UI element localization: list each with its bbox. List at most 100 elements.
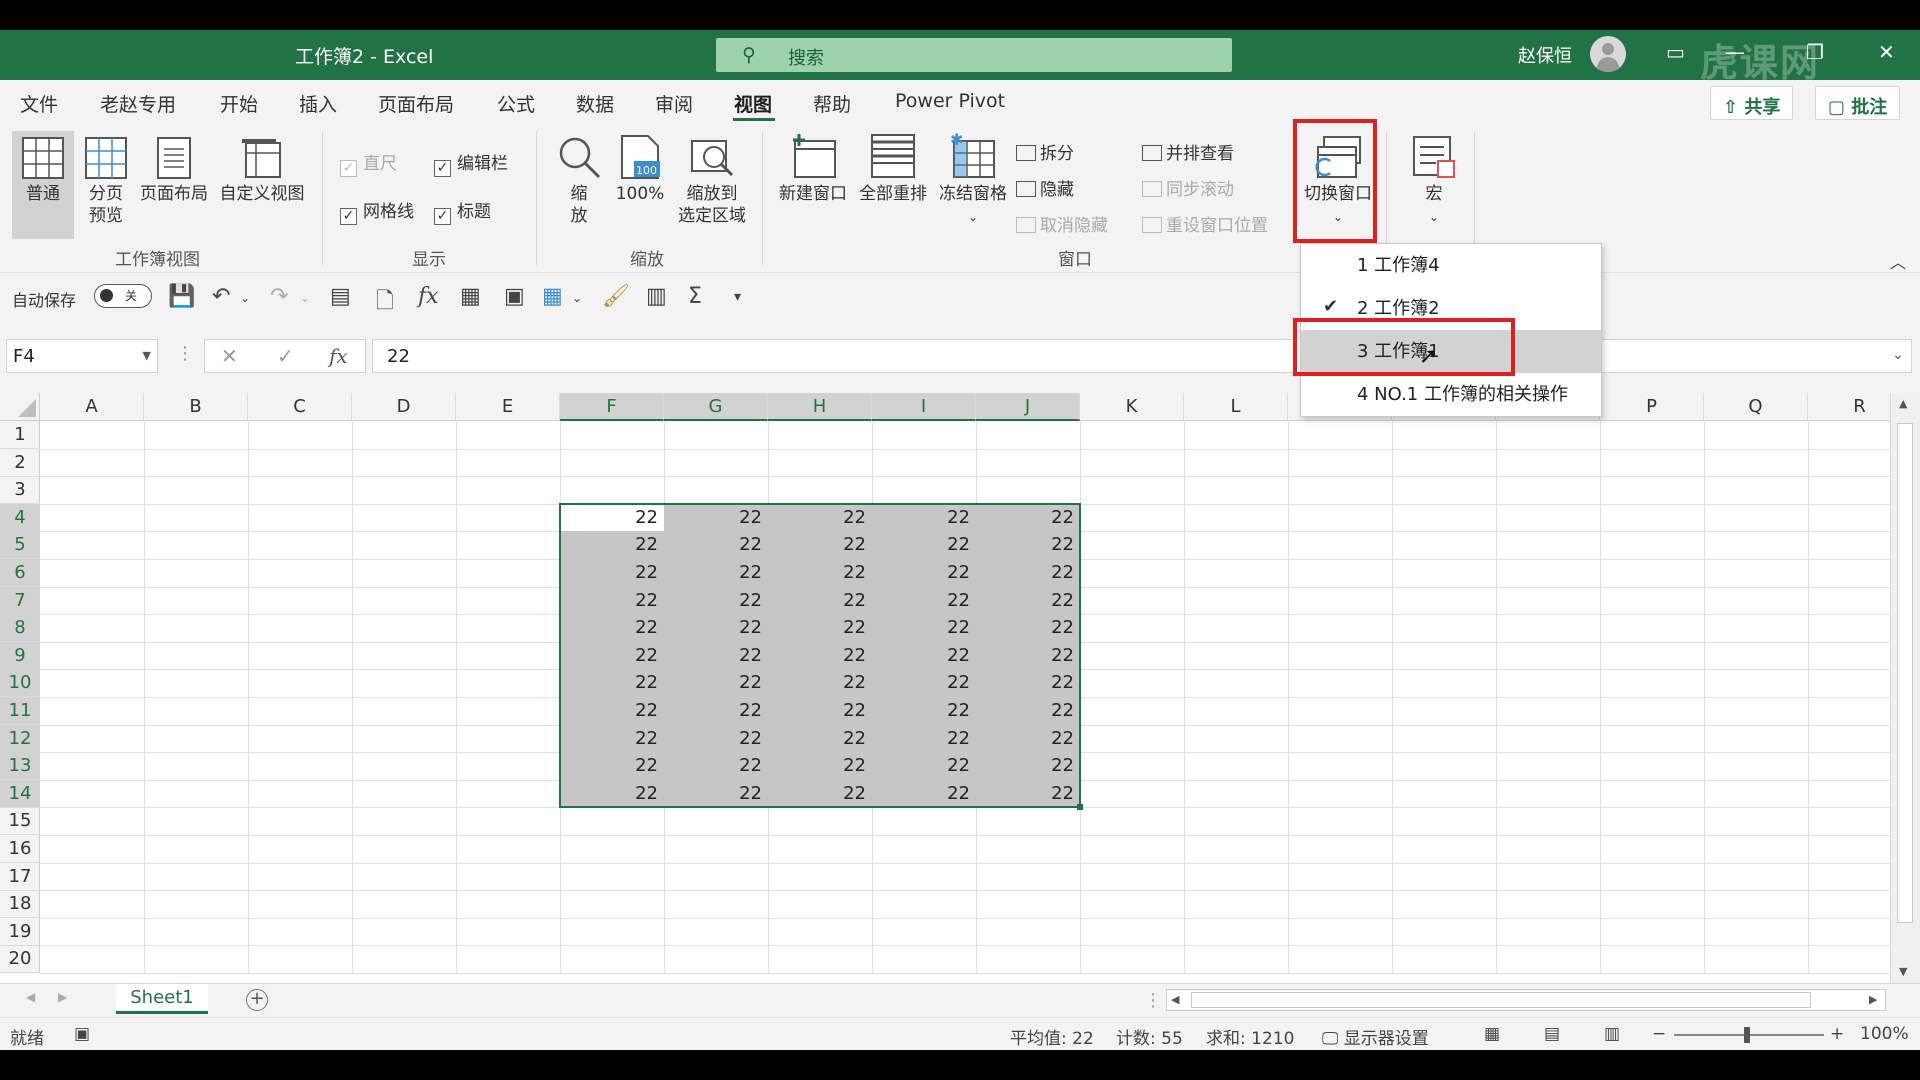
tab-review[interactable]: 审阅 (655, 90, 693, 117)
redo-dropdown-icon[interactable]: ⌄ (300, 291, 310, 305)
status-sum[interactable]: 求和: 1210 (1206, 1024, 1294, 1049)
sum-icon[interactable]: Σ (688, 284, 702, 309)
formula-input[interactable]: 22 (372, 339, 1912, 373)
next-sheet-icon[interactable]: ▶ (58, 990, 67, 1004)
save-icon[interactable]: 💾 (168, 284, 195, 309)
grid-dropdown-icon[interactable]: ⌄ (572, 291, 582, 305)
page-layout-view-button[interactable]: 页面布局 (138, 137, 210, 205)
accessibility-icon[interactable]: ▣ (74, 1024, 90, 1044)
autosave-label: 自动保存 (12, 291, 77, 310)
menu-item-workbook4[interactable]: 1 工作簿4 (1301, 244, 1601, 287)
undo-dropdown-icon[interactable]: ⌄ (240, 291, 250, 305)
side-by-side-button[interactable]: 并排查看 (1142, 139, 1234, 164)
tab-data[interactable]: 数据 (576, 90, 614, 117)
hide-button[interactable]: 隐藏 (1016, 175, 1074, 200)
zoom-level[interactable]: 100% (1860, 1024, 1909, 1044)
tab-laozhao[interactable]: 老赵专用 (100, 90, 176, 117)
zoom-to-selection-button[interactable]: 缩放到 选定区域 (672, 135, 752, 227)
splitter-icon[interactable]: ⋮ (1144, 990, 1162, 1011)
function-icon[interactable]: fx (418, 284, 439, 309)
tab-file[interactable]: 文件 (20, 90, 58, 117)
tab-page-layout[interactable]: 页面布局 (378, 90, 454, 117)
ribbon: 普通 分页 预览 页面布局 自定义视图 工作簿视图 ✓ 直尺 ✓ 编辑栏 ✓ 网格线 … (0, 119, 1920, 273)
custom-views-button[interactable]: 自定义视图 (216, 137, 308, 205)
menu-item-no1-workbook-ops[interactable]: 4 NO.1 工作簿的相关操作 (1301, 373, 1601, 416)
expand-formula-bar-icon[interactable]: ⌄ (1892, 347, 1904, 363)
svg-text:✱: ✱ (950, 133, 963, 149)
form-icon[interactable]: ▤ (330, 284, 351, 309)
quick-access-toolbar: 自动保存 关 💾 ↶ ⌄ ↷ ⌄ ▤ 🗋 fx ▦ ▣ ▦ ⌄ 🖌 ▥ Σ ▾ (0, 273, 1920, 323)
grid-icon[interactable]: ▦ (542, 284, 563, 309)
collapse-ribbon-icon[interactable]: ︿ (1890, 249, 1906, 273)
page-break-status-icon[interactable]: ▥ (1604, 1024, 1620, 1044)
horizontal-scroll-thumb[interactable] (1191, 992, 1811, 1008)
tab-home[interactable]: 开始 (220, 90, 258, 117)
vertical-scrollbar[interactable]: ▲ ▼ (1890, 393, 1920, 983)
insert-function-icon[interactable]: fx (329, 344, 348, 368)
tab-help[interactable]: 帮助 (813, 90, 851, 117)
zoom-button[interactable]: 缩 放 (552, 135, 606, 227)
formula-bar-checkbox[interactable]: ✓ 编辑栏 (434, 149, 508, 177)
scroll-right-icon[interactable]: ▶ (1869, 993, 1877, 1006)
zoom-100-button[interactable]: 100 100% (612, 135, 668, 205)
group-separator (322, 131, 323, 265)
group-separator (762, 131, 763, 265)
calculator-icon[interactable]: ▥ (646, 284, 667, 309)
table-icon[interactable]: ▦ (460, 284, 481, 309)
sheet-tab-sheet1[interactable]: Sheet1 (116, 984, 208, 1014)
tab-insert[interactable]: 插入 (299, 90, 337, 117)
avatar[interactable] (1590, 36, 1626, 72)
autosave-toggle[interactable]: 关 (94, 284, 152, 308)
tab-formulas[interactable]: 公式 (497, 90, 535, 117)
print-preview-icon[interactable]: ▣ (504, 284, 525, 309)
page-break-preview-button[interactable]: 分页 预览 (78, 137, 134, 227)
customize-qat-icon[interactable]: ▾ (734, 289, 741, 305)
new-window-icon (793, 134, 836, 178)
gridlines-checkbox[interactable]: ✓ 网格线 (340, 197, 414, 225)
zoom-out-icon[interactable]: − (1652, 1024, 1666, 1044)
zoom-in-icon[interactable]: + (1830, 1024, 1844, 1044)
zoom-icon (559, 137, 601, 179)
page-layout-label: 页面布局 (140, 184, 208, 204)
normal-view-status-icon[interactable]: ▦ (1484, 1024, 1500, 1044)
cancel-icon[interactable]: ✕ (221, 344, 238, 368)
ribbon-display-options-icon[interactable]: ▭ (1666, 40, 1685, 64)
freeze-panes-button[interactable]: ✱ 冻结窗格 ⌄ (934, 133, 1012, 228)
format-painter-icon[interactable]: 🖌 (602, 284, 630, 309)
share-button[interactable]: ⇧ 共享 (1710, 86, 1794, 120)
split-button[interactable]: 拆分 (1016, 139, 1074, 164)
undo-icon[interactable]: ↶ (212, 284, 230, 309)
prev-sheet-icon[interactable]: ◀ (26, 990, 35, 1004)
page-layout-status-icon[interactable]: ▤ (1544, 1024, 1560, 1044)
tab-view[interactable]: 视图 (734, 90, 772, 117)
scroll-left-icon[interactable]: ◀ (1171, 993, 1179, 1006)
status-count[interactable]: 计数: 55 (1116, 1024, 1183, 1049)
macros-button[interactable]: 宏 ⌄ (1402, 135, 1466, 228)
name-box[interactable]: F4 ▼ (6, 339, 158, 373)
comments-button[interactable]: ▢ 批注 (1815, 86, 1901, 120)
vertical-scroll-thumb[interactable] (1897, 423, 1913, 923)
add-sheet-icon[interactable]: + (246, 989, 268, 1011)
close-icon[interactable]: ✕ (1878, 40, 1895, 64)
macros-label: 宏 (1425, 184, 1443, 204)
user-name[interactable]: 赵保恒 (1518, 42, 1572, 68)
worksheet-grid[interactable]: ABCDEFGHIJKLMNOPQR 123456789101112131415… (0, 393, 1920, 983)
zoom-slider-thumb[interactable] (1744, 1027, 1750, 1043)
search-input[interactable]: ⚲ 搜索 (716, 38, 1232, 72)
scroll-up-icon[interactable]: ▲ (1899, 397, 1907, 410)
scroll-down-icon[interactable]: ▼ (1899, 965, 1907, 978)
tab-power-pivot[interactable]: Power Pivot (895, 90, 1005, 112)
redo-icon[interactable]: ↷ (270, 284, 288, 309)
reset-position-label: 重设窗口位置 (1166, 216, 1268, 236)
headings-checkbox[interactable]: ✓ 标题 (434, 197, 491, 225)
enter-icon[interactable]: ✓ (277, 344, 294, 368)
fill-handle[interactable] (1077, 804, 1083, 811)
custom-views-label: 自定义视图 (219, 184, 305, 204)
status-average[interactable]: 平均值: 22 (1010, 1024, 1094, 1049)
normal-view-button[interactable]: 普通 (12, 131, 74, 239)
new-window-button[interactable]: 新建窗口 (774, 133, 852, 205)
display-settings-button[interactable]: 🖵 显示器设置 (1322, 1024, 1429, 1049)
horizontal-scrollbar[interactable]: ◀ ▶ (1166, 989, 1886, 1011)
page-icon[interactable]: 🗋 (376, 284, 394, 322)
arrange-all-button[interactable]: 全部重排 (854, 133, 932, 205)
